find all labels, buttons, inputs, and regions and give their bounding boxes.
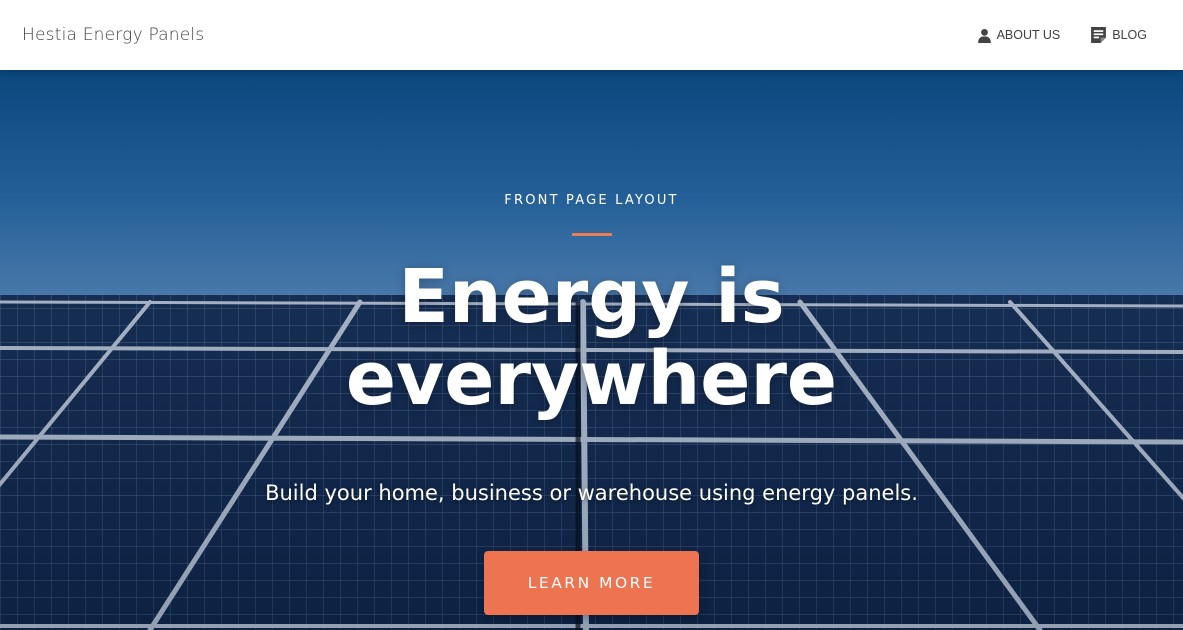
nav-blog-label: BLOG	[1112, 28, 1147, 42]
nav-blog[interactable]: BLOG	[1090, 26, 1147, 44]
learn-more-button[interactable]: LEARN MORE	[484, 551, 699, 615]
hero-headline: Energy is everywhere	[0, 256, 1183, 420]
nav-about-us-label: ABOUT US	[996, 28, 1061, 42]
hero-eyebrow: FRONT PAGE LAYOUT	[504, 193, 679, 208]
person-icon	[977, 28, 991, 43]
document-icon	[1091, 27, 1107, 43]
hero-content: FRONT PAGE LAYOUT Energy is everywhere B…	[0, 70, 1183, 630]
site-brand[interactable]: Hestia Energy Panels	[22, 25, 204, 45]
top-navbar: Hestia Energy Panels ABOUT US BLOG	[0, 0, 1183, 70]
hero-subtitle: Build your home, business or warehouse u…	[265, 481, 918, 505]
hero-section: FRONT PAGE LAYOUT Energy is everywhere B…	[0, 70, 1183, 630]
hero-headline-line-1: Energy is	[398, 254, 785, 340]
hero-headline-line-2: everywhere	[345, 336, 838, 422]
nav-about-us[interactable]: ABOUT US	[977, 28, 1061, 43]
main-nav: ABOUT US BLOG	[977, 26, 1147, 44]
hero-divider	[572, 233, 612, 236]
